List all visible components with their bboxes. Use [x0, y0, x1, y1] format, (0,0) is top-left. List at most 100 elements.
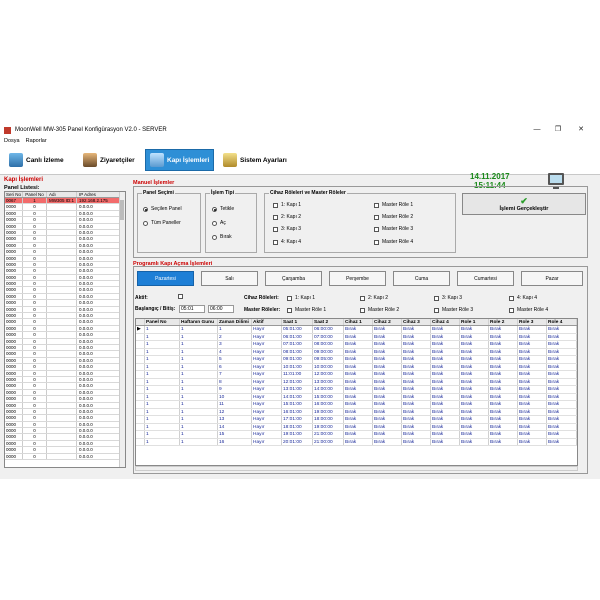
schedule-cell: Bırak [547, 333, 577, 340]
prog-door-1[interactable]: 1: Kapı 1 [287, 295, 315, 301]
panel-cell: 0067 [5, 198, 23, 204]
manual-master-4[interactable]: Master Röle 4 [374, 239, 413, 245]
close-button[interactable]: ✕ [576, 125, 586, 135]
day-tab-friday[interactable]: Cuma [393, 271, 450, 286]
manual-master-1[interactable]: Master Röle 1 [374, 202, 413, 208]
visitors-button[interactable]: Ziyaretçiler [78, 149, 140, 171]
prog-master-4[interactable]: Master Röle 4 [509, 307, 548, 313]
schedule-col-header[interactable] [136, 319, 145, 325]
prog-master-2[interactable]: Master Röle 2 [360, 307, 399, 313]
schedule-row[interactable]: 1 1 7 Hayır 11:01:00 12:00:00 Bırak Bırak Bırak B… [136, 371, 577, 379]
schedule-cell: 1 [145, 356, 180, 363]
schedule-row[interactable]: ▶ 1 1 1 Hayır 05:01:00 06:00:00 Bırak Bırak Bırak… [136, 326, 577, 334]
day-tab-tuesday[interactable]: Salı [201, 271, 258, 286]
schedule-col-header[interactable]: Role 1 [460, 319, 489, 325]
col-ip[interactable]: IP Adres [77, 192, 125, 197]
scroll-thumb[interactable] [120, 200, 124, 220]
schedule-cell: 4 [218, 348, 252, 355]
schedule-cell: 07:00:00 [313, 333, 344, 340]
manual-master-2[interactable]: Master Röle 2 [374, 214, 413, 220]
end-time-input[interactable]: 06:00 [208, 305, 234, 313]
schedule-col-header[interactable]: Cihaz 4 [431, 319, 460, 325]
panel-cell: 0 [23, 268, 47, 274]
system-settings-button[interactable]: Sistem Ayarları [218, 149, 292, 171]
manual-master-3[interactable]: Master Röle 3 [374, 226, 413, 232]
day-tab-monday[interactable]: Pazartesi [137, 271, 194, 286]
schedule-row[interactable]: 1 1 5 Hayır 09:01:00 09:05:00 Bırak Bırak Bırak B… [136, 356, 577, 364]
schedule-cell: 1 [180, 416, 218, 423]
day-tab-thursday[interactable]: Perşembe [329, 271, 386, 286]
minimize-button[interactable]: — [532, 125, 542, 135]
radio-all-panels[interactable]: Tüm Paneller [143, 220, 181, 226]
radio-leave[interactable]: Bırak [212, 234, 232, 240]
maximize-button[interactable]: ❐ [553, 125, 563, 135]
panel-cell [47, 434, 77, 440]
schedule-col-header[interactable]: Aktif [252, 319, 282, 325]
menu-dosya[interactable]: Dosya [4, 138, 20, 144]
prog-master-3[interactable]: Master Röle 3 [434, 307, 473, 313]
day-tab-sunday[interactable]: Pazar [521, 271, 583, 286]
schedule-col-header[interactable]: Role 2 [489, 319, 518, 325]
prog-master-1-label: Master Röle 1 [295, 307, 327, 313]
schedule-cell: Bırak [518, 348, 547, 355]
schedule-col-header[interactable]: Panel No [145, 319, 180, 325]
col-name[interactable]: Adı [47, 192, 77, 197]
col-serial[interactable]: Seri No [5, 192, 23, 197]
radio-selected-panel[interactable]: Seçilen Panel [143, 206, 182, 212]
live-view-button[interactable]: Canlı İzleme [4, 149, 69, 171]
schedule-row[interactable]: 1 1 6 Hayır 10:01:00 10:00:00 Bırak Bırak Bırak B… [136, 363, 577, 371]
run-operation-button[interactable]: ✔ İşlemi Gerçekleştir [462, 193, 586, 215]
schedule-row[interactable]: 1 1 12 Hayır 16:01:00 19:00:00 Bırak Bırak Bırak… [136, 408, 577, 416]
schedule-col-header[interactable]: Cihaz 1 [344, 319, 373, 325]
day-tab-wednesday[interactable]: Çarşamba [265, 271, 322, 286]
schedule-row[interactable]: 1 1 3 Hayır 07:01:00 08:00:00 Bırak Bırak Bırak B… [136, 341, 577, 349]
schedule-col-header[interactable]: Saat 2 [313, 319, 344, 325]
schedule-row[interactable]: 1 1 15 Hayır 19:01:00 21:00:00 Bırak Bırak Bırak… [136, 431, 577, 439]
panel-cell [47, 319, 77, 325]
prog-door-2[interactable]: 2: Kapı 2 [360, 295, 388, 301]
manual-door-4[interactable]: 4: Kapı 4 [273, 239, 301, 245]
menu-raporlar[interactable]: Raporlar [26, 138, 47, 144]
schedule-scrollbar[interactable] [135, 466, 578, 471]
prog-master-1[interactable]: Master Röle 1 [287, 307, 326, 313]
manual-door-1[interactable]: 1: Kapı 1 [273, 202, 301, 208]
schedule-cell: Hayır [252, 348, 282, 355]
radio-trigger[interactable]: Tetikle [212, 206, 234, 212]
schedule-cell: Bırak [344, 326, 373, 333]
door-operations-button[interactable]: Kapı İşlemleri [145, 149, 215, 171]
schedule-row[interactable]: 1 1 8 Hayır 12:01:00 13:00:00 Bırak Bırak Bırak B… [136, 378, 577, 386]
start-time-input[interactable]: 05:01 [179, 305, 205, 313]
active-checkbox[interactable] [178, 294, 183, 299]
schedule-row[interactable]: 1 1 4 Hayır 08:01:00 09:00:00 Bırak Bırak Bırak B… [136, 348, 577, 356]
schedule-row[interactable]: 1 1 9 Hayır 13:01:00 14:00:00 Bırak Bırak Bırak B… [136, 386, 577, 394]
schedule-col-header[interactable]: Role 4 [547, 319, 577, 325]
schedule-row[interactable]: 1 1 2 Hayır 06:01:00 07:00:00 Bırak Bırak Bırak B… [136, 333, 577, 341]
day-tab-saturday[interactable]: Cumartesi [457, 271, 514, 286]
panel-row[interactable]: 0000 0 0.0.0.0 [5, 453, 125, 461]
schedule-grid[interactable]: Panel No Haftanın Gunu Zaman Dilimi Aktif Sa… [135, 318, 578, 466]
prog-door-3[interactable]: 3: Kapı 3 [434, 295, 462, 301]
schedule-col-header[interactable]: Saat 1 [282, 319, 313, 325]
schedule-row[interactable]: 1 1 13 Hayır 17:01:00 18:00:00 Bırak Bırak Bırak… [136, 416, 577, 424]
schedule-cell: Bırak [518, 363, 547, 370]
schedule-row[interactable]: 1 1 10 Hayır 14:01:00 15:00:00 Bırak Bırak Bırak… [136, 393, 577, 401]
manual-door-2[interactable]: 2: Kapı 2 [273, 214, 301, 220]
schedule-col-header[interactable]: Cihaz 2 [373, 319, 402, 325]
prog-door-4[interactable]: 4: Kapı 4 [509, 295, 537, 301]
schedule-row[interactable]: 1 1 11 Hayır 15:01:00 16:00:00 Bırak Bırak Bırak… [136, 401, 577, 409]
schedule-col-header[interactable]: Zaman Dilimi [218, 319, 252, 325]
schedule-row[interactable]: 1 1 14 Hayır 18:01:00 19:00:00 Bırak Bırak Bırak… [136, 423, 577, 431]
schedule-col-header[interactable]: Cihaz 3 [402, 319, 431, 325]
panel-list[interactable]: Seri No Panel No Adı IP Adres 0067 1 MW305… [4, 191, 126, 468]
schedule-cell: Bırak [547, 371, 577, 378]
schedule-cell: Bırak [460, 371, 489, 378]
schedule-cell: Bırak [547, 363, 577, 370]
col-panel-no[interactable]: Panel No [23, 192, 47, 197]
manual-door-3[interactable]: 3: Kapı 3 [273, 226, 301, 232]
schedule-cell: Bırak [460, 438, 489, 445]
schedule-row[interactable]: 1 1 16 Hayır 20:01:00 21:00:00 Bırak Bırak Bırak… [136, 438, 577, 446]
radio-open[interactable]: Aç [212, 220, 226, 226]
schedule-col-header[interactable]: Haftanın Gunu [180, 319, 218, 325]
panel-list-scrollbar[interactable] [119, 192, 125, 467]
schedule-col-header[interactable]: Role 3 [518, 319, 547, 325]
